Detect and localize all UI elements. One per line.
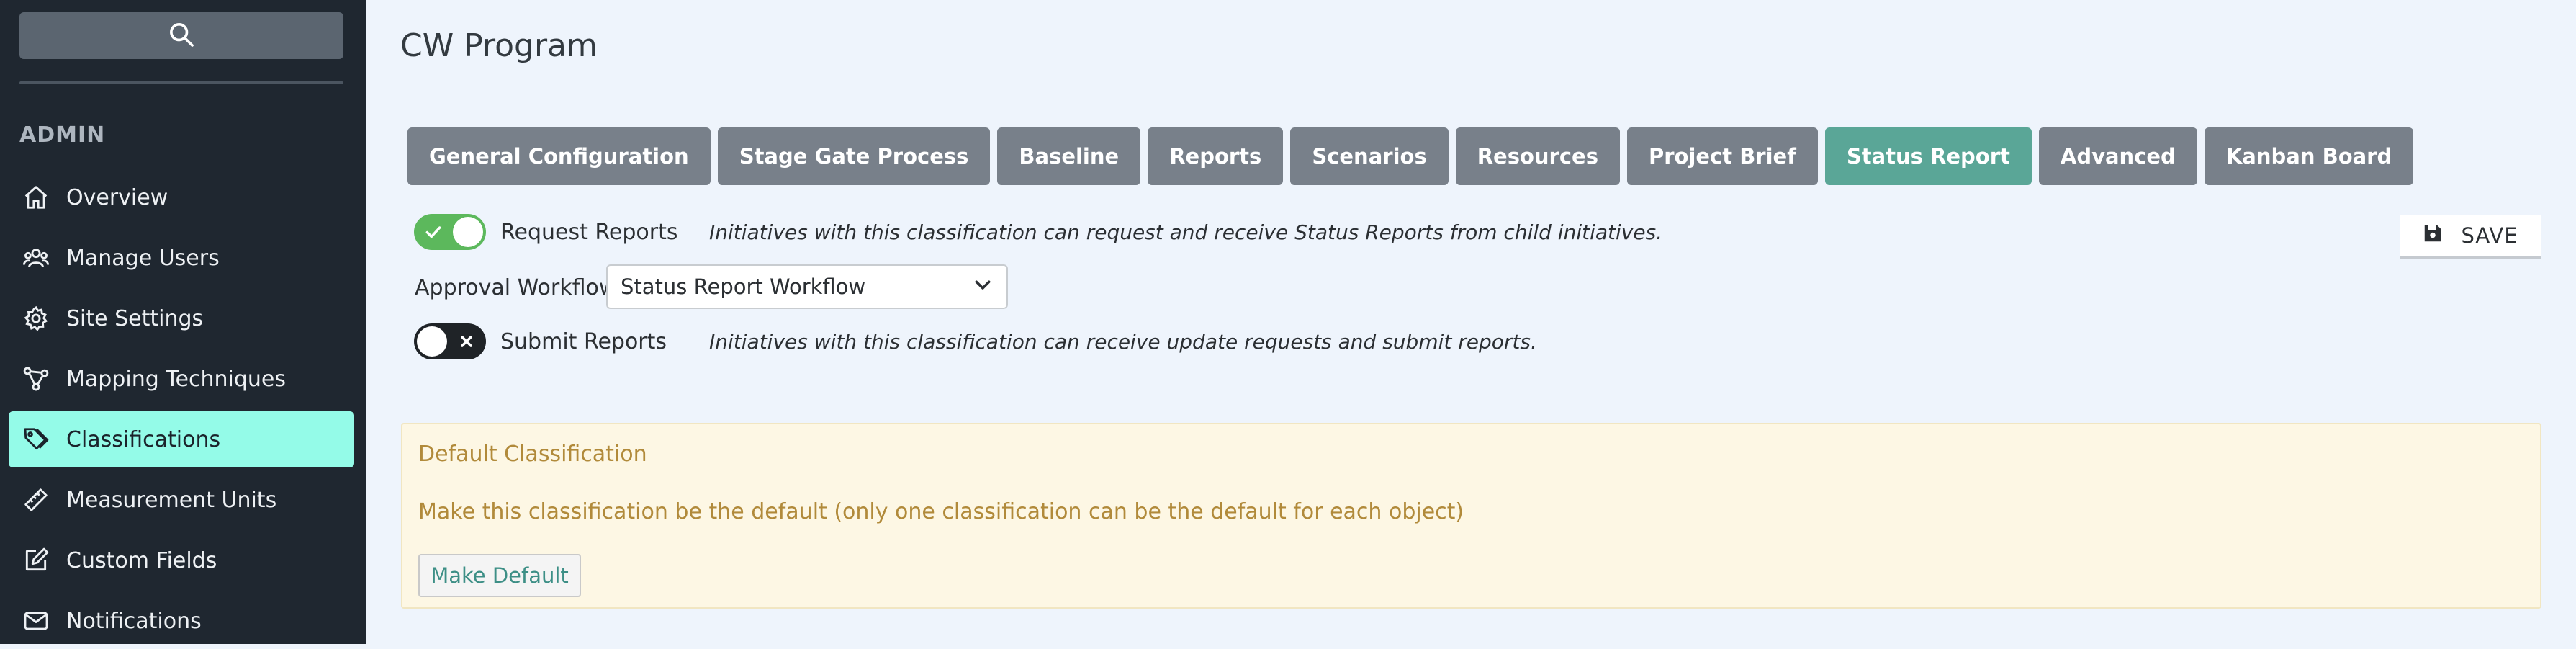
default-classification-title: Default Classification bbox=[418, 442, 647, 467]
approval-workflow-select[interactable]: Status Report Workflow bbox=[606, 264, 1008, 309]
save-button[interactable]: SAVE bbox=[2400, 215, 2541, 259]
sidebar-item-label: Site Settings bbox=[66, 305, 204, 331]
sidebar-divider bbox=[19, 81, 343, 84]
default-classification-text: Make this classification be the default … bbox=[418, 499, 1464, 524]
check-icon bbox=[423, 221, 444, 243]
sidebar-item-label: Classifications bbox=[66, 426, 221, 452]
tab-reports[interactable]: Reports bbox=[1148, 127, 1284, 185]
request-reports-row: Request Reports Initiatives with this cl… bbox=[414, 214, 1662, 250]
approval-workflow-value: Status Report Workflow bbox=[621, 274, 866, 299]
make-default-button[interactable]: Make Default bbox=[418, 554, 581, 597]
tab-baseline[interactable]: Baseline bbox=[997, 127, 1141, 185]
approval-workflow-row: Approval Workflow bbox=[415, 272, 616, 303]
save-label: SAVE bbox=[2461, 223, 2518, 248]
sidebar-item-custom-fields[interactable]: Custom Fields bbox=[9, 532, 354, 588]
default-classification-panel: Default Classification Make this classif… bbox=[401, 423, 2541, 609]
sidebar: ADMIN Overview Manage Users Site Setting… bbox=[0, 0, 366, 644]
network-icon bbox=[22, 364, 50, 393]
tab-project-brief[interactable]: Project Brief bbox=[1626, 127, 1818, 185]
chevron-down-icon bbox=[972, 274, 994, 300]
tab-scenarios[interactable]: Scenarios bbox=[1290, 127, 1449, 185]
tab-stage-gate-process[interactable]: Stage Gate Process bbox=[717, 127, 991, 185]
sidebar-item-label: Custom Fields bbox=[66, 547, 217, 573]
tab-kanban-board[interactable]: Kanban Board bbox=[2204, 127, 2414, 185]
sidebar-item-overview[interactable]: Overview bbox=[9, 169, 354, 225]
search-icon bbox=[167, 20, 196, 52]
sidebar-item-label: Manage Users bbox=[66, 245, 220, 271]
tab-general-configuration[interactable]: General Configuration bbox=[407, 127, 711, 185]
request-reports-toggle[interactable] bbox=[414, 214, 486, 250]
edit-icon bbox=[22, 546, 50, 575]
submit-reports-label: Submit Reports bbox=[500, 328, 667, 354]
search-button[interactable] bbox=[19, 12, 343, 59]
sidebar-section-heading: ADMIN bbox=[19, 122, 106, 148]
tab-bar: General Configuration Stage Gate Process… bbox=[407, 127, 2420, 185]
submit-reports-description: Initiatives with this classification can… bbox=[709, 329, 1537, 354]
submit-reports-toggle[interactable] bbox=[414, 323, 486, 359]
home-icon bbox=[22, 183, 50, 212]
envelope-icon bbox=[22, 607, 50, 635]
sidebar-item-notifications[interactable]: Notifications bbox=[9, 593, 354, 649]
sidebar-item-measurement-units[interactable]: Measurement Units bbox=[9, 472, 354, 528]
sidebar-item-site-settings[interactable]: Site Settings bbox=[9, 290, 354, 346]
tab-status-report[interactable]: Status Report bbox=[1824, 127, 2032, 185]
sidebar-item-label: Measurement Units bbox=[66, 487, 277, 513]
sidebar-item-manage-users[interactable]: Manage Users bbox=[9, 230, 354, 286]
users-icon bbox=[22, 243, 50, 272]
tags-icon bbox=[22, 425, 50, 454]
submit-reports-row: Submit Reports Initiatives with this cla… bbox=[414, 323, 1537, 359]
sidebar-item-classifications[interactable]: Classifications bbox=[9, 411, 354, 467]
request-reports-description: Initiatives with this classification can… bbox=[709, 220, 1663, 244]
save-icon bbox=[2422, 223, 2461, 249]
request-reports-label: Request Reports bbox=[500, 219, 678, 245]
tab-advanced[interactable]: Advanced bbox=[2038, 127, 2197, 185]
close-icon bbox=[456, 331, 477, 352]
page-title: CW Program bbox=[400, 27, 598, 64]
sidebar-item-label: Overview bbox=[66, 184, 168, 210]
sidebar-item-label: Mapping Techniques bbox=[66, 366, 286, 392]
gear-icon bbox=[22, 304, 50, 333]
sidebar-item-label: Notifications bbox=[66, 608, 202, 634]
sidebar-item-mapping-techniques[interactable]: Mapping Techniques bbox=[9, 351, 354, 407]
ruler-icon bbox=[22, 485, 50, 514]
approval-workflow-label: Approval Workflow bbox=[415, 274, 617, 300]
tab-resources[interactable]: Resources bbox=[1455, 127, 1620, 185]
